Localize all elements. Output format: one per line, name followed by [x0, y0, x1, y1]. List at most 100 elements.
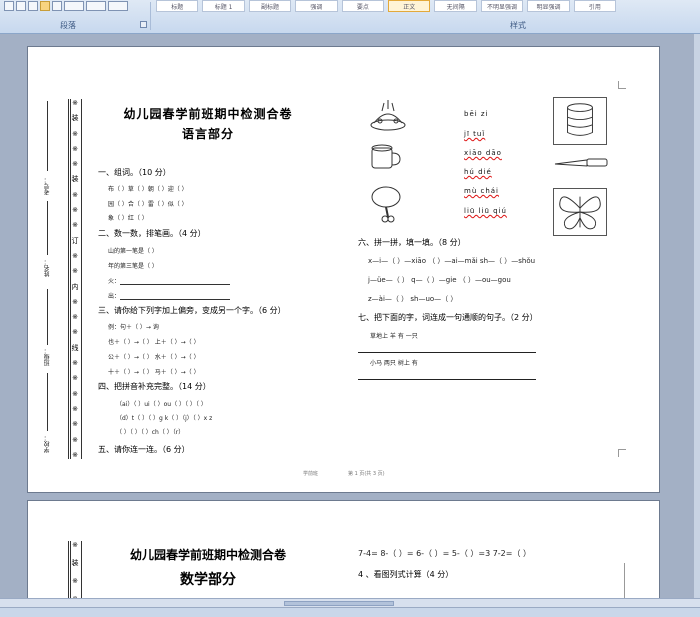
paragraph-dialog-launcher[interactable] [140, 21, 147, 28]
q5-heading: 五、请你连一连。（6 分） [98, 445, 190, 454]
page-2[interactable]: ※装※※※ 幼儿园春学前班期中检测合卷 数学部分 7-4= 8-（ ）= 6-（… [27, 500, 660, 617]
footer-left: 学前班 [303, 471, 319, 477]
q2-out-label: 出： [108, 293, 121, 300]
ribbon: 段落 标题 标题 1 副标题 强调 要点 正文 无间隔 不明显强调 明显强调 引用 样式 [0, 0, 700, 34]
binding-char: ※ [72, 297, 78, 306]
align-left-button[interactable] [4, 1, 14, 11]
exam-subtitle: 数学部分 [180, 572, 236, 588]
q1-row: 象（ ）红（ ） [108, 215, 148, 222]
q4-row: （ ）（ ）（ ）ch（ ）（r） [116, 429, 185, 436]
binding-margin: ※ 装 ※ ※ ※ 装 ※ ※ ※ 订 ※ ※ 内 ※ ※ ※ 线 ※ ※ ※ ※ ※ ※ ※ [68, 99, 82, 459]
q4-heading: 四、把拼音补充完整。（14 分） [98, 382, 211, 391]
distributed-button[interactable] [52, 1, 62, 11]
style-chip[interactable]: 不明显强调 [480, 0, 524, 12]
exam-number-line [47, 101, 48, 171]
document-area[interactable]: ※ 装 ※ ※ ※ 装 ※ ※ ※ 订 ※ ※ 内 ※ ※ ※ 线 ※ ※ ※ ※ ※ ※ ※ 学校： 班级： 姓名： 考号：… [0, 34, 700, 617]
binding-char: 内 [71, 282, 79, 291]
q3-example: 例：句＋（ ）→ 询 [108, 324, 159, 331]
q2-fire-label: 火： [108, 278, 121, 285]
shading-button[interactable] [86, 1, 106, 11]
knife-picture [553, 154, 609, 170]
pinyin-word: mù chái [464, 187, 499, 195]
q3-row: 也＋（ ）→（ ） 上＋（ ）→（ ） [108, 339, 200, 346]
exam-title: 幼儿园春学前班期中检测合卷 [123, 107, 293, 121]
butterfly-picture [553, 188, 607, 236]
q1-heading: 一、组词。（10 分） [98, 168, 171, 177]
align-right-button[interactable] [28, 1, 38, 11]
class-label: 班级： [44, 348, 51, 366]
pot-picture [553, 97, 607, 145]
style-chip[interactable]: 正文 [388, 0, 431, 12]
school-line [47, 373, 48, 431]
binding-char: ※ [72, 359, 78, 368]
style-chip[interactable]: 标题 [156, 0, 199, 12]
q6-row: j—üe—（ ） q—（ ）—gie （ ）—ou—gou [368, 276, 511, 284]
q2-row: 火： [108, 276, 231, 285]
q7-answer-line [358, 379, 536, 380]
binding-char: ※ [72, 129, 78, 138]
cup-picture [368, 142, 402, 172]
crop-mark [624, 563, 632, 603]
justify-button[interactable] [40, 1, 50, 11]
style-chip[interactable]: 标题 1 [202, 0, 245, 12]
binding-line [68, 99, 69, 459]
q6-row: z—ài—（ ） sh—uo—（ ） [368, 295, 458, 303]
q2-row: 出： [108, 291, 231, 300]
q3-heading: 三、请你给下列字加上偏旁，变成另一个字。（6 分） [98, 306, 286, 315]
binding-char: ※ [72, 206, 78, 215]
horizontal-scroll-thumb[interactable] [284, 601, 394, 606]
style-chip[interactable]: 无间隔 [434, 0, 477, 12]
name-label: 姓名： [44, 259, 51, 277]
style-chip[interactable]: 引用 [573, 0, 617, 12]
binding-char: ※ [72, 541, 78, 549]
binding-char: ※ [72, 389, 78, 398]
crop-mark [618, 449, 626, 457]
pinyin-word: jī tuǐ [464, 130, 486, 138]
q1-row: 布（ ）草（ ）朝（ ）迎（ ） [108, 186, 188, 193]
binding-char: ※ [72, 144, 78, 153]
school-label: 学校： [44, 435, 51, 453]
styles-group-label: 样式 [510, 21, 526, 30]
q6-row: x—i—（ ）—xiāo （ ）—ai—mǎi sh—（ ）—shǒu [368, 257, 536, 265]
pinyin-word: xiāo dāo [464, 149, 502, 157]
status-bar [0, 607, 700, 617]
paragraph-group-label: 段落 [60, 21, 76, 30]
binding-char: ※ [72, 190, 78, 199]
binding-char: ※ [72, 160, 78, 169]
binding-char: 装 [71, 114, 79, 123]
binding-line [81, 99, 82, 459]
borders-button[interactable] [108, 1, 128, 11]
style-chip[interactable]: 明显强调 [527, 0, 570, 12]
style-chip[interactable]: 强调 [295, 0, 338, 12]
pinyin-word: bēi zi [464, 110, 489, 118]
answer-line [120, 299, 231, 300]
binding-char: ※ [72, 577, 78, 585]
answer-line [120, 284, 231, 285]
vertical-scrollbar[interactable] [694, 34, 700, 598]
binding-char: ※ [72, 374, 78, 383]
student-info-column: 学校： 班级： 姓名： 考号： [43, 101, 53, 475]
exam-title: 幼儿园春学前班期中检测合卷 [129, 548, 286, 562]
q7-words-2: 小马 两只 树上 有 [370, 360, 418, 367]
exam-number-label: 考号： [44, 177, 51, 195]
name-line [47, 201, 48, 255]
page-1[interactable]: ※ 装 ※ ※ ※ 装 ※ ※ ※ 订 ※ ※ 内 ※ ※ ※ 线 ※ ※ ※ ※ ※ ※ ※ 学校： 班级： 姓名： 考号：… [27, 46, 660, 493]
math-q4-heading: 4 、看图列式计算（4 分） [358, 570, 454, 579]
binding-char: 线 [71, 343, 79, 352]
style-chip[interactable]: 要点 [341, 0, 385, 12]
class-line [47, 289, 48, 345]
binding-char: 装 [71, 175, 79, 184]
q4-row: （d）t（ ）（ ）g k（ ）（j）（ ）x z [116, 415, 213, 422]
horizontal-scrollbar[interactable] [0, 598, 700, 607]
binding-char: ※ [72, 251, 78, 260]
math-row: 7-4= 8-（ ）= 6-（ ）= 5-（ ）=3 7-2=（ ） [358, 549, 532, 558]
q7-answer-line [358, 352, 536, 353]
q1-row: 园（ ）合（ ）雷（ ）似（ ） [108, 201, 188, 208]
binding-char: ※ [72, 313, 78, 322]
binding-char: ※ [72, 99, 78, 107]
style-chip[interactable]: 副标题 [248, 0, 292, 12]
binding-char: 订 [71, 236, 79, 245]
align-center-button[interactable] [16, 1, 26, 11]
line-spacing-button[interactable] [64, 1, 84, 11]
q6-heading: 六、拼一拼，填一填。（8 分） [358, 238, 466, 247]
